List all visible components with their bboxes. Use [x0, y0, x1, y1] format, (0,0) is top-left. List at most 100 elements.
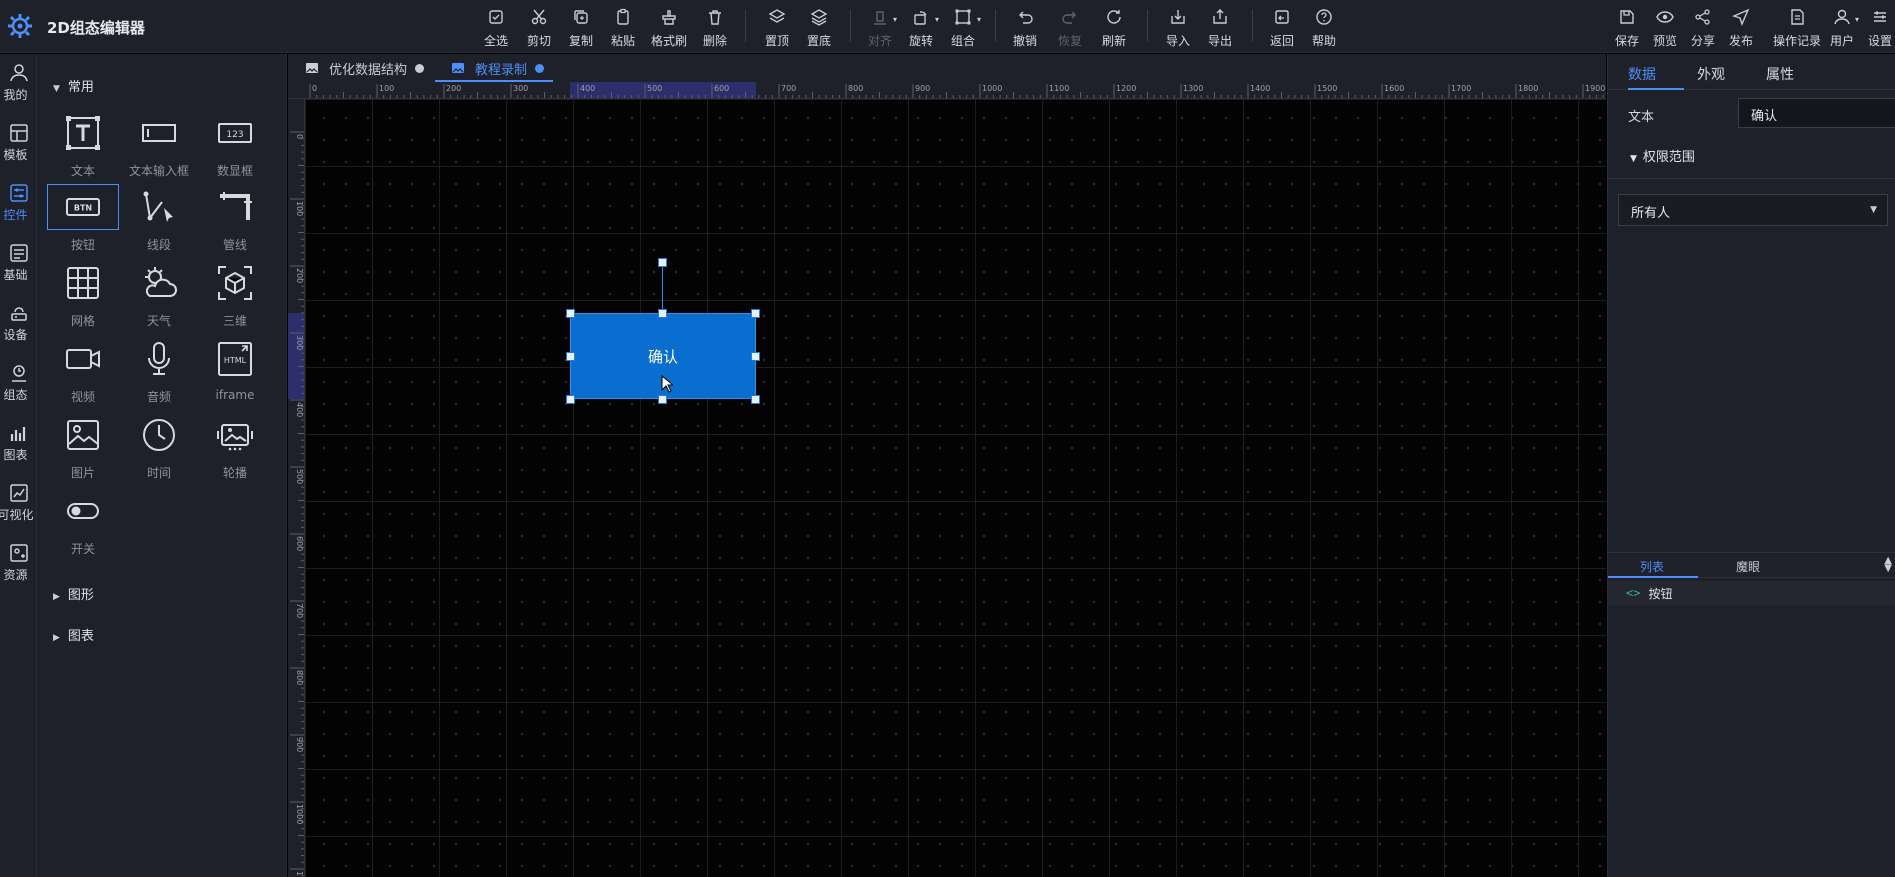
resize-handle-e[interactable] [751, 352, 760, 361]
select-all-button[interactable]: 全选 [474, 5, 518, 51]
group-button[interactable]: 组合 [941, 5, 985, 51]
component-iframe[interactable]: HTML iframe [197, 336, 273, 406]
component-carousel[interactable]: 轮播 [197, 412, 273, 482]
settings-button[interactable]: 设置 [1860, 5, 1895, 51]
rail-item-chart[interactable]: 图表 [0, 422, 37, 480]
component-audio[interactable]: 音频 [121, 336, 197, 406]
component-line-segment[interactable]: 线段 [121, 184, 197, 254]
tab-appearance[interactable]: 外观 [1697, 64, 1725, 84]
component-text-input[interactable]: 文本输入框 [121, 110, 197, 180]
rail-item-mine[interactable]: 我的 [0, 62, 37, 120]
permission-section-header[interactable]: ▼ 权限范围 [1630, 146, 1695, 165]
permission-select[interactable]: 所有人 ▼ [1618, 194, 1888, 226]
tab-tutorial-recording[interactable]: 教程录制 [451, 54, 545, 82]
send-bottom-button[interactable]: 置底 [797, 5, 841, 51]
refresh-button[interactable]: 刷新 [1092, 5, 1136, 51]
resize-handle-se[interactable] [751, 395, 760, 404]
tab-list[interactable]: 列表 [1640, 558, 1664, 575]
clock-icon [143, 419, 175, 451]
user-button[interactable]: 用户 [1820, 5, 1864, 51]
import-label: 导入 [1165, 34, 1190, 48]
delete-button[interactable]: 删除 [693, 5, 737, 51]
section-charts[interactable]: ▶ 图表 [53, 625, 94, 644]
layer-tree-item[interactable]: <> 按钮 [1608, 581, 1895, 605]
tab-magic-eye[interactable]: 魔眼 [1736, 558, 1760, 575]
text-input-icon [142, 124, 176, 142]
resize-handle-w[interactable] [566, 352, 575, 361]
number-display-icon: 123 [218, 123, 252, 143]
align-icon [874, 11, 886, 25]
ruler-tick-label: 900 [915, 84, 930, 93]
user-dropdown-icon[interactable]: ▾ [1855, 15, 1859, 24]
divider [1608, 178, 1895, 179]
format-brush-button[interactable]: 格式刷 [647, 5, 691, 51]
rotation-handle[interactable] [658, 258, 667, 267]
undo-button[interactable]: 撤销 [1003, 5, 1047, 51]
tab-data[interactable]: 数据 [1628, 64, 1656, 84]
resize-handle-s[interactable] [658, 395, 667, 404]
sort-arrows-icon[interactable]: ▲ ▼ [1884, 556, 1892, 574]
bring-top-button[interactable]: 置顶 [755, 5, 799, 51]
component-text[interactable]: 文本 [45, 110, 121, 180]
section-common[interactable]: ▼ 常用 [53, 76, 94, 95]
tab-attributes[interactable]: 属性 [1766, 64, 1794, 84]
rail-item-config[interactable]: 组态 [0, 362, 37, 420]
component-label: iframe [215, 388, 255, 402]
image-icon [452, 63, 464, 73]
cut-button[interactable]: 剪切 [517, 5, 561, 51]
import-button[interactable]: 导入 [1156, 5, 1200, 51]
text-field-input[interactable]: 确认 [1738, 98, 1895, 128]
import-icon [1171, 10, 1185, 24]
component-3d[interactable]: 三维 [197, 260, 273, 330]
paste-button[interactable]: 粘贴 [601, 5, 645, 51]
rail-item-basic[interactable]: 基础 [0, 242, 37, 300]
publish-button[interactable]: 发布 [1719, 5, 1763, 51]
back-button[interactable]: 返回 [1260, 5, 1304, 51]
group-icon [955, 9, 971, 25]
component-panel: ▼ 常用 文本 文本输入框 123 数显框 BTN 按钮 线段 管线 网格 天气 … [37, 54, 287, 877]
rail-item-visualization[interactable]: 可视化 [0, 482, 37, 540]
rail-item-device[interactable]: 设备 [0, 302, 37, 360]
export-button[interactable]: 导出 [1198, 5, 1242, 51]
rail-item-template[interactable]: 模板 [0, 122, 37, 180]
rail-item-resource[interactable]: 资源 [0, 542, 37, 600]
component-button[interactable]: BTN 按钮 [45, 184, 121, 254]
component-video[interactable]: 视频 [45, 336, 121, 406]
component-grid[interactable]: 网格 [45, 260, 121, 330]
history-label: 操作记录 [1772, 34, 1821, 48]
format-brush-icon [662, 10, 676, 25]
copy-button[interactable]: 复制 [559, 5, 603, 51]
redo-button[interactable]: 恢复 [1048, 5, 1092, 51]
component-number-display[interactable]: 123 数显框 [197, 110, 273, 180]
align-label: 对齐 [867, 34, 892, 48]
rotate-dropdown-icon[interactable]: ▾ [935, 15, 939, 24]
resize-handle-nw[interactable] [566, 309, 575, 318]
resize-handle-sw[interactable] [566, 395, 575, 404]
ruler-tick-label: 600 [714, 84, 729, 93]
component-pipe[interactable]: 管线 [197, 184, 273, 254]
refresh-label: 刷新 [1101, 34, 1126, 48]
user-icon [1834, 9, 1850, 25]
section-shapes[interactable]: ▶ 图形 [53, 584, 94, 603]
scissors-icon [531, 9, 547, 25]
help-button[interactable]: 帮助 [1302, 5, 1346, 51]
align-button[interactable]: 对齐 [858, 5, 902, 51]
rail-item-controls[interactable]: 控件 [0, 182, 37, 240]
basic-icon [9, 244, 28, 262]
resize-handle-ne[interactable] [751, 309, 760, 318]
rotate-button[interactable]: 旋转 [899, 5, 943, 51]
component-image[interactable]: 图片 [45, 412, 121, 482]
history-button[interactable]: 操作记录 [1770, 5, 1824, 51]
ruler-tick-label: 300 [295, 335, 304, 350]
tab-optimize-data[interactable]: 优化数据结构 [305, 54, 425, 82]
component-switch[interactable]: 开关 [45, 488, 121, 558]
group-dropdown-icon[interactable]: ▾ [977, 15, 981, 24]
editor-canvas[interactable] [305, 99, 1606, 877]
component-time[interactable]: 时间 [121, 412, 197, 482]
active-tab-indicator [1608, 576, 1698, 578]
align-dropdown-icon[interactable]: ▾ [893, 15, 897, 24]
button-icon: BTN [66, 198, 100, 216]
horizontal-ruler: 0 100 200 300 400 500 600 700 800 900 1000 1100 1200… [288, 82, 1606, 99]
component-weather[interactable]: 天气 [121, 260, 197, 330]
resize-handle-n[interactable] [658, 309, 667, 318]
